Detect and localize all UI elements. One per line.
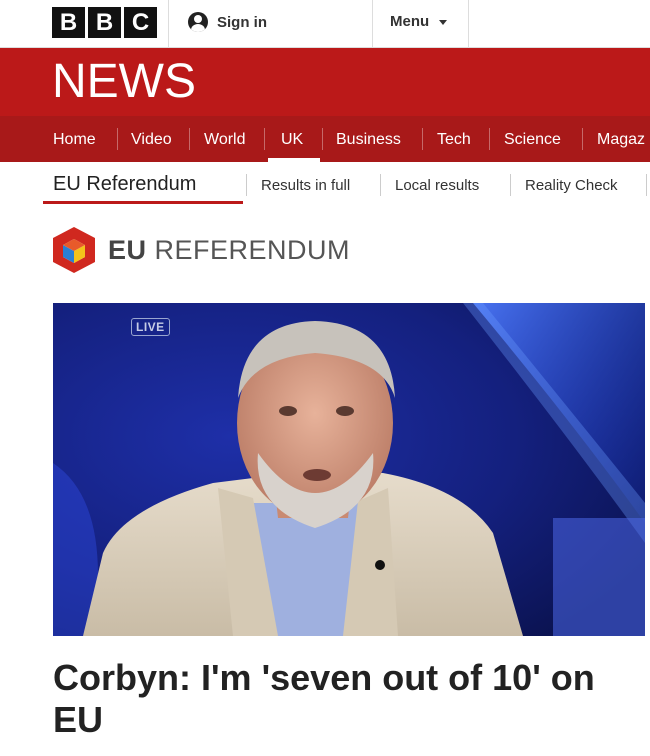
nav-separator	[322, 128, 323, 150]
subnav-separator	[646, 174, 647, 196]
news-banner: NEWS	[0, 48, 650, 116]
primary-nav: Home Video World UK Business Tech Scienc…	[0, 116, 650, 162]
nav-separator	[489, 128, 490, 150]
nav-separator	[117, 128, 118, 150]
subnav-link-local-results[interactable]: Local results	[395, 177, 479, 194]
chevron-down-icon	[439, 20, 448, 25]
nav-separator	[189, 128, 190, 150]
live-badge: LIVE	[131, 318, 170, 336]
user-icon	[188, 12, 208, 32]
subnav-separator	[380, 174, 381, 196]
menu-button[interactable]: Menu	[390, 13, 448, 30]
section-title-rest: REFERENDUM	[146, 235, 351, 265]
nav-item-world[interactable]: World	[204, 116, 246, 162]
bbc-logo[interactable]: B B C	[52, 7, 157, 38]
nav-item-uk[interactable]: UK	[281, 116, 303, 162]
nav-item-business[interactable]: Business	[336, 116, 401, 162]
nav-separator	[264, 128, 265, 150]
section-title-bold: EU	[108, 235, 147, 265]
bbc-top-bar: B B C Sign in Menu	[0, 0, 650, 48]
nav-item-video[interactable]: Video	[131, 116, 172, 162]
divider	[168, 0, 169, 48]
nav-item-home[interactable]: Home	[53, 116, 96, 162]
secondary-nav: EU Referendum Results in full Local resu…	[0, 162, 650, 207]
nav-item-tech[interactable]: Tech	[437, 116, 471, 162]
nav-separator	[422, 128, 423, 150]
section-title: EU REFERENDUM	[108, 235, 350, 266]
subnav-current-eu-referendum[interactable]: EU Referendum	[53, 173, 196, 196]
nav-item-magazine[interactable]: Magaz	[597, 116, 645, 162]
subnav-separator	[246, 174, 247, 196]
news-logo[interactable]: NEWS	[52, 56, 196, 108]
sign-in-button[interactable]: Sign in	[188, 12, 267, 32]
article-headline[interactable]: Corbyn: I'm 'seven out of 10' on EU	[53, 657, 633, 741]
eu-referendum-cube-icon	[53, 227, 95, 273]
section-header: EU REFERENDUM	[52, 225, 452, 275]
bbc-logo-letter: B	[52, 7, 85, 38]
divider	[372, 0, 373, 48]
divider	[468, 0, 469, 48]
subnav-separator	[510, 174, 511, 196]
hero-video-image	[53, 303, 645, 636]
menu-label: Menu	[390, 13, 430, 30]
nav-item-science[interactable]: Science	[504, 116, 561, 162]
bbc-logo-letter: C	[124, 7, 157, 38]
nav-separator	[582, 128, 583, 150]
hero-video[interactable]: LIVE	[53, 303, 645, 636]
subnav-link-reality-check[interactable]: Reality Check	[525, 177, 618, 194]
subnav-active-indicator	[43, 201, 243, 204]
bbc-logo-letter: B	[88, 7, 121, 38]
subnav-link-results-in-full[interactable]: Results in full	[261, 177, 350, 194]
sign-in-label: Sign in	[217, 13, 267, 31]
